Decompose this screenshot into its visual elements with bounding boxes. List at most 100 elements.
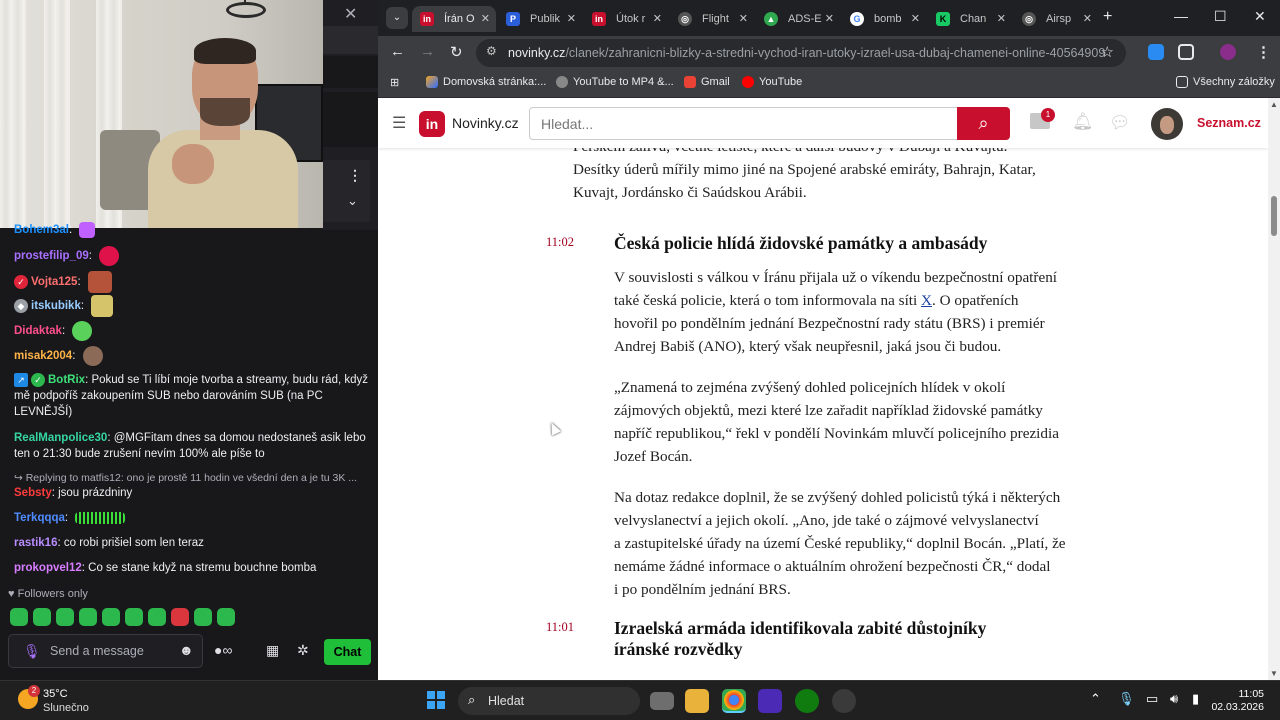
chat-username[interactable]: Vojta125: [31, 276, 77, 288]
system-clock[interactable]: 11:05 02.03.2026: [1208, 688, 1264, 714]
chat-username[interactable]: prostefilip_09: [14, 250, 89, 262]
close-tab-icon[interactable]: ✕: [825, 6, 834, 32]
apps-grid-icon[interactable]: ⊞: [390, 76, 399, 89]
scroll-up-icon[interactable]: ▲: [1270, 100, 1278, 109]
file-explorer-icon[interactable]: [685, 689, 709, 713]
chevron-up-icon[interactable]: ⌃: [1090, 691, 1101, 707]
emote-button[interactable]: [148, 608, 166, 626]
close-tab-icon[interactable]: ✕: [1083, 6, 1092, 32]
store-icon[interactable]: ▦: [266, 642, 279, 659]
close-tab-icon[interactable]: ✕: [911, 6, 920, 32]
channel-points-icon[interactable]: ●∞: [214, 642, 232, 658]
emote-button[interactable]: [10, 608, 28, 626]
xbox-icon[interactable]: [795, 689, 819, 713]
page-scrollbar[interactable]: ▲ ▼: [1268, 98, 1280, 680]
chat-username[interactable]: Sebsty: [14, 487, 52, 499]
more-options-icon[interactable]: ⋮: [348, 167, 362, 184]
emoji-picker-icon[interactable]: ☻: [179, 642, 194, 658]
network-icon[interactable]: ▭: [1146, 691, 1158, 707]
maximize-icon[interactable]: ☐: [1214, 8, 1227, 25]
tab-ads[interactable]: ▲ ADS-E ✕: [756, 6, 840, 32]
emote-button[interactable]: [56, 608, 74, 626]
reload-icon[interactable]: ↻: [450, 43, 463, 61]
tab-airsp[interactable]: ◎ Airsp ✕: [1014, 6, 1098, 32]
profile-icon[interactable]: [1220, 44, 1236, 60]
scrollbar-thumb[interactable]: [1271, 196, 1277, 236]
steam-icon[interactable]: [832, 689, 856, 713]
windows-start-icon[interactable]: [427, 691, 445, 709]
address-bar[interactable]: ⚙ novinky.cz/clanek/zahranicni-blizky-a-…: [476, 39, 1126, 67]
emote-button[interactable]: [102, 608, 120, 626]
site-brand[interactable]: Novinky.cz: [452, 115, 519, 131]
close-tab-icon[interactable]: ✕: [653, 6, 662, 32]
extensions-icon[interactable]: [1178, 44, 1194, 60]
chat-send-button[interactable]: Chat: [324, 639, 371, 665]
chat-username[interactable]: RealManpolice30: [14, 432, 107, 444]
chat-message: Bohem3al:: [14, 222, 370, 238]
scroll-down-icon[interactable]: ▼: [1270, 669, 1278, 678]
tab-label: Útok r: [616, 13, 646, 25]
emote-button[interactable]: [171, 608, 189, 626]
close-tab-icon[interactable]: ✕: [567, 6, 576, 32]
bookmark-gmail[interactable]: Gmail: [684, 76, 730, 89]
bookmark-star-icon[interactable]: ☆: [1101, 43, 1114, 61]
menu-icon[interactable]: ⋮: [1256, 43, 1271, 61]
bookmark-youtube[interactable]: YouTube: [742, 76, 802, 89]
close-window-icon[interactable]: ✕: [1254, 8, 1266, 25]
chat-username[interactable]: itskubikk: [31, 300, 81, 312]
chat-username[interactable]: misak2004: [14, 350, 72, 362]
chat-bubble-icon[interactable]: 💬︎: [1109, 113, 1131, 133]
tab-utok[interactable]: in Útok r ✕: [584, 6, 668, 32]
taskbar-search[interactable]: ⌕ Hledat: [458, 687, 640, 715]
forward-icon[interactable]: →: [420, 43, 435, 60]
close-icon[interactable]: ✕: [344, 4, 357, 24]
close-tab-icon[interactable]: ✕: [997, 6, 1006, 32]
task-view-icon[interactable]: [650, 692, 674, 710]
back-icon[interactable]: ←: [390, 43, 405, 60]
tab-flight[interactable]: ◎ Flight ✕: [670, 6, 754, 32]
chrome-icon[interactable]: [722, 689, 746, 713]
emote-button[interactable]: [217, 608, 235, 626]
chat-username[interactable]: Didaktak: [14, 325, 62, 337]
site-info-icon[interactable]: ⚙: [486, 44, 497, 58]
new-tab-icon[interactable]: +: [1103, 8, 1112, 26]
close-tab-icon[interactable]: ✕: [739, 6, 748, 32]
chat-input[interactable]: 🎙 Send a message ☻: [8, 634, 203, 668]
seznam-link[interactable]: Seznam.cz: [1197, 116, 1261, 130]
chat-username[interactable]: prokopvel12: [14, 562, 82, 574]
app-icon[interactable]: [758, 689, 782, 713]
emote-button[interactable]: [194, 608, 212, 626]
all-bookmarks[interactable]: Všechny záložky: [1176, 76, 1275, 89]
microphone-icon[interactable]: 🎙︎: [1118, 691, 1135, 707]
reply-context[interactable]: ↪ Replying to matfis12: ono je prostě 11…: [14, 470, 364, 486]
site-search-input[interactable]: Hledat...: [529, 107, 958, 140]
close-tab-icon[interactable]: ✕: [481, 6, 490, 32]
emote-button[interactable]: [79, 608, 97, 626]
tab-search-icon[interactable]: ⌄: [386, 7, 408, 29]
x-link[interactable]: X: [921, 292, 932, 309]
bell-icon[interactable]: 🔔︎: [1072, 112, 1094, 132]
novinky-logo[interactable]: in: [419, 111, 445, 137]
chat-username[interactable]: rastik16: [14, 537, 57, 549]
chat-username[interactable]: Bohem3al: [14, 224, 69, 236]
search-button[interactable]: ⌕: [957, 107, 1010, 140]
chevron-down-icon[interactable]: ⌄: [347, 193, 358, 209]
emote-button[interactable]: [125, 608, 143, 626]
battery-icon[interactable]: ▮: [1192, 691, 1199, 707]
minimize-icon[interactable]: —: [1174, 8, 1188, 24]
tab-iran[interactable]: in Írán O ✕: [412, 6, 496, 32]
chat-username[interactable]: Terkqqqa: [14, 512, 65, 524]
chat-username[interactable]: BotRix: [48, 374, 85, 386]
bookmark-home[interactable]: Domovská stránka:...: [426, 76, 546, 89]
hamburger-menu-icon[interactable]: ☰: [392, 113, 406, 133]
microphone-icon[interactable]: 🎙: [23, 643, 41, 660]
tab-chan[interactable]: K Chan ✕: [928, 6, 1012, 32]
tab-bomb[interactable]: Gbomb ✕: [842, 6, 926, 32]
gear-icon[interactable]: ✲: [297, 642, 309, 659]
cloud-extension-icon[interactable]: [1148, 44, 1164, 60]
emote-button[interactable]: [33, 608, 51, 626]
tab-publik[interactable]: P Publik ✕: [498, 6, 582, 32]
volume-icon[interactable]: 🔊︎: [1170, 691, 1178, 707]
avatar[interactable]: [1151, 108, 1183, 140]
bookmark-yt-mp4[interactable]: YouTube to MP4 &...: [556, 76, 674, 89]
